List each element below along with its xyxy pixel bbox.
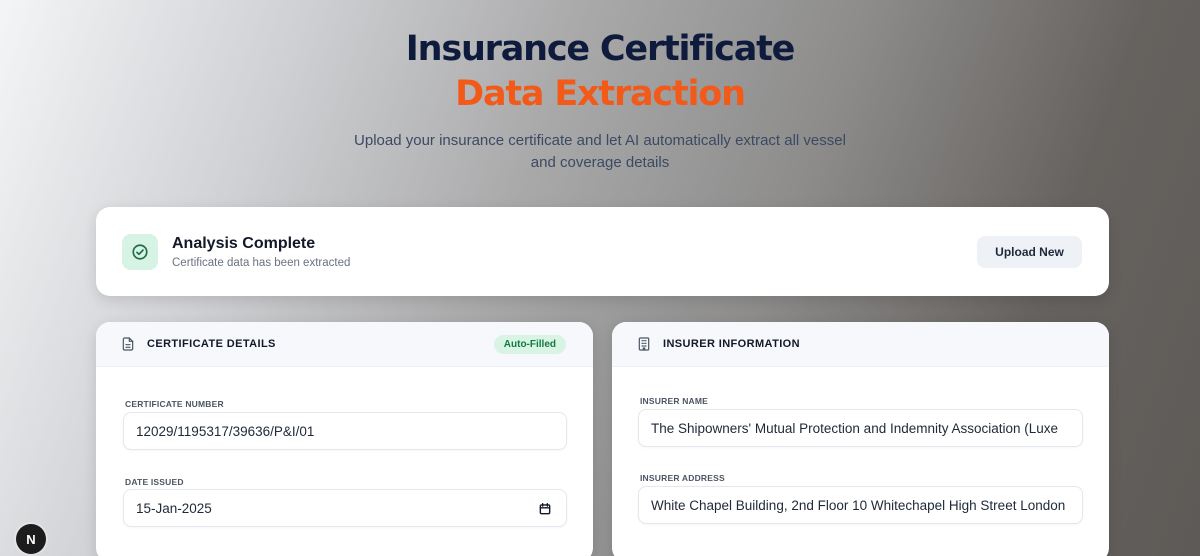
- calendar-icon[interactable]: [538, 502, 552, 516]
- insurer-address-label: INSURER ADDRESS: [640, 473, 725, 483]
- date-issued-value: 15-Jan-2025: [136, 500, 212, 516]
- date-issued-label: DATE ISSUED: [125, 477, 184, 487]
- insurer-address-value: White Chapel Building, 2nd Floor 10 Whit…: [651, 497, 1066, 513]
- page-title-accent: Data Extraction: [455, 74, 746, 114]
- status-title: Analysis Complete: [172, 235, 316, 252]
- certificate-details-title: CERTIFICATE DETAILS: [147, 338, 276, 350]
- auto-filled-badge: Auto-Filled: [493, 335, 566, 354]
- page-subtitle: Upload your insurance certificate and le…: [354, 132, 846, 171]
- status-subtitle: Certificate data has been extracted: [172, 257, 351, 269]
- document-icon: [122, 337, 134, 351]
- insurer-information-header: INSURER INFORMATION: [612, 322, 1109, 367]
- certificate-details-panel: CERTIFICATE DETAILS Auto-Filled CERTIFIC…: [96, 322, 593, 556]
- certificate-number-input[interactable]: 12029/1195317/39636/P&I/01: [123, 412, 567, 450]
- insurer-name-label: INSURER NAME: [640, 396, 709, 406]
- insurer-name-input[interactable]: The Shipowners' Mutual Protection and In…: [638, 409, 1083, 447]
- insurer-information-title: INSURER INFORMATION: [663, 338, 800, 350]
- certificate-number-label: CERTIFICATE NUMBER: [125, 399, 224, 409]
- building-icon: [638, 337, 650, 351]
- insurer-address-input[interactable]: White Chapel Building, 2nd Floor 10 Whit…: [638, 486, 1083, 524]
- analysis-status-card: Analysis Complete Certificate data has b…: [96, 207, 1109, 296]
- date-issued-input[interactable]: 15-Jan-2025: [123, 489, 567, 527]
- check-circle-icon: [122, 234, 158, 270]
- page-title: Insurance Certificate: [405, 29, 796, 69]
- dev-tools-badge[interactable]: N: [16, 524, 46, 554]
- hero-section: Insurance Certificate Data Extraction Up…: [0, 28, 1200, 174]
- certificate-details-header: CERTIFICATE DETAILS Auto-Filled: [96, 322, 593, 367]
- upload-new-button[interactable]: Upload New: [977, 236, 1082, 268]
- certificate-number-value: 12029/1195317/39636/P&I/01: [136, 423, 315, 439]
- insurer-name-value: The Shipowners' Mutual Protection and In…: [651, 420, 1059, 436]
- insurer-information-panel: INSURER INFORMATION INSURER NAME The Shi…: [612, 322, 1109, 556]
